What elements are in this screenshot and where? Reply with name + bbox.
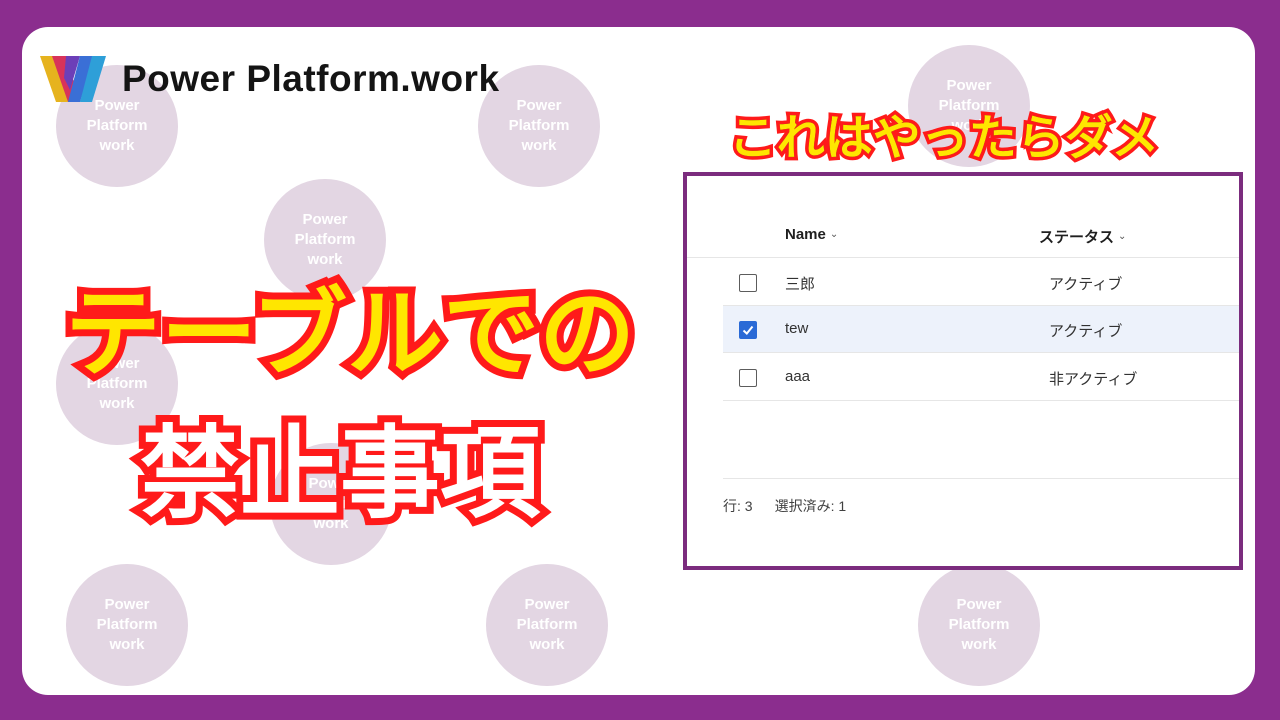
table-screenshot: Name ⌄ ステータス ⌄ 三郎 アクティブ tew アクティブ aaa 非ア… — [683, 172, 1243, 570]
cell-status: 非アクティブ — [1049, 371, 1138, 388]
cell-name: aaa — [785, 368, 811, 385]
cell-status: アクティブ — [1049, 276, 1123, 293]
column-header-label: ステータス — [1039, 229, 1115, 246]
table-header: Name ⌄ ステータス ⌄ — [687, 212, 1239, 258]
watermark-logo: Power Platform work — [918, 564, 1040, 686]
footer-divider — [723, 478, 1239, 479]
headline-line-2: 禁止事項 — [133, 408, 547, 539]
cell-name: 三郎 — [785, 276, 816, 293]
cell-status: アクティブ — [1049, 323, 1123, 340]
table-row[interactable]: aaa 非アクティブ — [723, 354, 1239, 401]
table-row[interactable]: tew アクティブ — [723, 306, 1239, 353]
row-checkbox[interactable] — [739, 274, 757, 292]
warning-caption: これはやったらダメ — [725, 107, 1163, 170]
watermark-logo: Power Platform work — [486, 564, 608, 686]
watermark-logo: Power Platform work — [66, 564, 188, 686]
column-header-status[interactable]: ステータス ⌄ — [1039, 226, 1126, 247]
brand-name: Power Platform.work — [122, 58, 500, 99]
checkmark-icon — [742, 325, 754, 335]
column-header-label: Name — [785, 226, 826, 243]
cell-name: tew — [785, 320, 809, 337]
chevron-down-icon: ⌄ — [829, 229, 839, 240]
headline-line-1: テーブルでの — [58, 271, 642, 397]
power-platform-logo-icon — [40, 56, 106, 102]
table-footer: 行: 3 選択済み: 1 — [723, 496, 846, 516]
row-checkbox[interactable] — [739, 321, 757, 339]
row-count: 行: 3 — [723, 498, 753, 514]
table-row[interactable]: 三郎 アクティブ — [723, 259, 1239, 306]
chevron-down-icon: ⌄ — [1118, 231, 1127, 242]
selected-count: 選択済み: 1 — [774, 498, 847, 514]
column-header-name[interactable]: Name ⌄ — [785, 226, 838, 243]
row-checkbox[interactable] — [739, 369, 757, 387]
